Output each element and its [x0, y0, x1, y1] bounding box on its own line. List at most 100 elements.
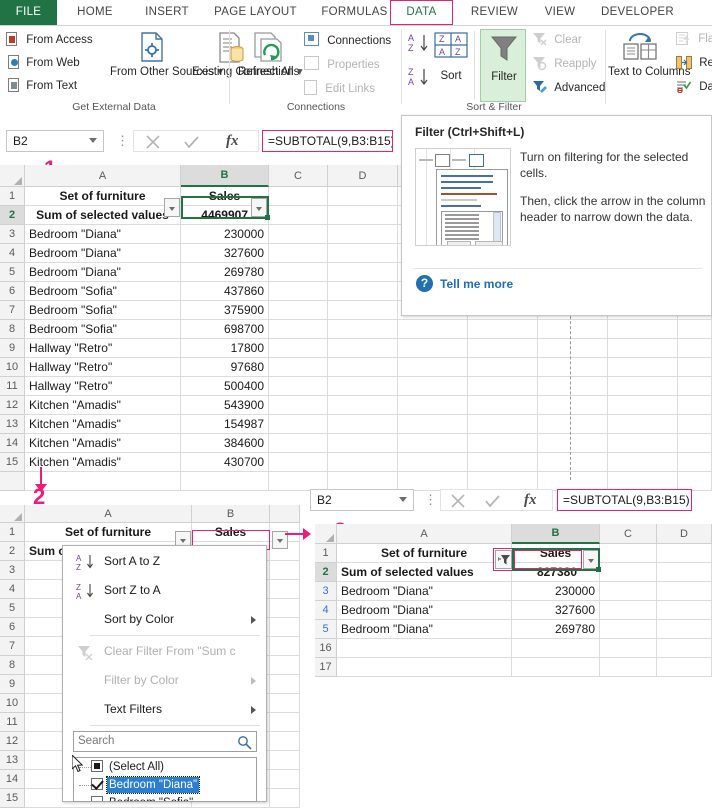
- row-header-6-panel2[interactable]: 6: [0, 618, 25, 637]
- col-header-c-panel1[interactable]: C: [269, 165, 328, 187]
- cell-a1-panel1[interactable]: Set of furniture: [25, 187, 181, 206]
- row-header-9-panel1[interactable]: 9: [0, 339, 25, 358]
- cell-a7-panel1[interactable]: Bedroom "Sofia": [25, 301, 181, 320]
- cell-H10-panel1[interactable]: [608, 358, 678, 377]
- cell-a6-panel1[interactable]: Bedroom "Sofia": [25, 282, 181, 301]
- cell-H13-panel1[interactable]: [608, 415, 678, 434]
- cell-c16-panel3[interactable]: [600, 639, 657, 658]
- cancel-formula-icon[interactable]: [146, 135, 160, 149]
- cell-c17-panel3[interactable]: [600, 658, 657, 677]
- cell-G8-panel1[interactable]: [538, 320, 608, 339]
- row-header-empty-panel1[interactable]: [0, 472, 25, 491]
- cell-E11-panel1[interactable]: [398, 377, 468, 396]
- cell-F13-panel1[interactable]: [468, 415, 538, 434]
- cell-b4-panel1[interactable]: 327600: [181, 244, 269, 263]
- select-all-corner-panel3[interactable]: [315, 524, 337, 544]
- data-validation-button[interactable]: Data V: [676, 80, 712, 93]
- row-header-4-panel2[interactable]: 4: [0, 580, 25, 599]
- col-header-d-panel1[interactable]: D: [328, 165, 398, 187]
- cell-C4-panel1[interactable]: [269, 244, 328, 263]
- menu-sort-by-color[interactable]: Sort by Color: [64, 605, 267, 634]
- row-header-14-panel1[interactable]: 14: [0, 434, 25, 453]
- cell-a5-panel1[interactable]: Bedroom "Diana": [25, 263, 181, 282]
- tell-me-more-link[interactable]: Tell me more: [440, 277, 513, 291]
- cell-d5-panel3[interactable]: [657, 620, 712, 639]
- col-header-a-panel3[interactable]: A: [337, 524, 512, 544]
- cell-G9-panel1[interactable]: [538, 339, 608, 358]
- cell-D2-panel1[interactable]: [328, 206, 398, 225]
- cell-d4-panel3[interactable]: [657, 601, 712, 620]
- cell-c9-panel2[interactable]: [270, 675, 300, 694]
- cell-b5-panel1[interactable]: 269780: [181, 263, 269, 282]
- cell-I11-panel1[interactable]: [678, 377, 712, 396]
- select-all-corner-panel2[interactable]: [0, 505, 25, 523]
- cell-C10-panel1[interactable]: [269, 358, 328, 377]
- cell-c10-panel2[interactable]: [270, 694, 300, 713]
- checkbox-icon[interactable]: [91, 778, 103, 790]
- row-header-11-panel1[interactable]: 11: [0, 377, 25, 396]
- tab-review[interactable]: REVIEW: [458, 0, 531, 25]
- cell-D9-panel1[interactable]: [328, 339, 398, 358]
- cell-d16-panel3[interactable]: [657, 639, 712, 658]
- row-header-5-panel3[interactable]: 5: [315, 620, 337, 639]
- cell-H15-panel1[interactable]: [608, 453, 678, 472]
- row-header-16-panel3[interactable]: 16: [315, 639, 337, 658]
- cell-b9-panel1[interactable]: 17800: [181, 339, 269, 358]
- tab-developer[interactable]: DEVELOPER: [590, 0, 685, 25]
- cell-a4-panel3[interactable]: Bedroom "Diana": [337, 601, 512, 620]
- cell-b4-panel3[interactable]: 327600: [512, 601, 600, 620]
- sort-descending-icon[interactable]: Z A: [408, 66, 430, 88]
- cell-D11-panel1[interactable]: [328, 377, 398, 396]
- row-header-7-panel2[interactable]: 7: [0, 637, 25, 656]
- name-box-chevron-down-icon-panel3[interactable]: [399, 497, 407, 502]
- formula-input-panel1[interactable]: =SUBTOTAL(9,B3:B15): [262, 130, 393, 152]
- cell-d1-panel3[interactable]: [657, 544, 712, 563]
- cell-c8-panel2[interactable]: [270, 656, 300, 675]
- row-header-1-panel3[interactable]: 1: [315, 544, 337, 563]
- cell-E9-panel1[interactable]: [398, 339, 468, 358]
- cell-I12-panel1[interactable]: [678, 396, 712, 415]
- cell-c2-panel3[interactable]: [600, 563, 657, 582]
- cell-E14-panel1[interactable]: [398, 434, 468, 453]
- cell-F9-panel1[interactable]: [468, 339, 538, 358]
- from-other-sources-button[interactable]: From Other Sources ▾: [110, 66, 223, 79]
- cell-a14-panel1[interactable]: Kitchen "Amadis": [25, 434, 181, 453]
- cell-a12-panel1[interactable]: Kitchen "Amadis": [25, 396, 181, 415]
- cell-G10-panel1[interactable]: [538, 358, 608, 377]
- cell-c12-panel2[interactable]: [270, 732, 300, 751]
- cell-D8-panel1[interactable]: [328, 320, 398, 339]
- cell-E15-panel1[interactable]: [398, 453, 468, 472]
- row-header-3-panel2[interactable]: 3: [0, 561, 25, 580]
- fill-handle-panel1[interactable]: [265, 215, 270, 220]
- cell-E13-panel1[interactable]: [398, 415, 468, 434]
- cell-a3-panel1[interactable]: Bedroom "Diana": [25, 225, 181, 244]
- cell-b3-panel1[interactable]: 230000: [181, 225, 269, 244]
- cell-c4-panel3[interactable]: [600, 601, 657, 620]
- cell-G12-panel1[interactable]: [538, 396, 608, 415]
- row-header-8-panel1[interactable]: 8: [0, 320, 25, 339]
- cell-I8-panel1[interactable]: [678, 320, 712, 339]
- cell-a10-panel1[interactable]: Hallway "Retro": [25, 358, 181, 377]
- menu-sort-a-to-z[interactable]: A Z Sort A to Z: [64, 547, 267, 576]
- row-header-13-panel1[interactable]: 13: [0, 415, 25, 434]
- cell-a1-panel2[interactable]: Set of furniture: [25, 523, 192, 542]
- from-access-button[interactable]: From Access: [6, 32, 93, 46]
- row-header-13-panel2[interactable]: 13: [0, 751, 25, 770]
- cell-c4-panel2[interactable]: [270, 580, 300, 599]
- cell-a5-panel3[interactable]: Bedroom "Diana": [337, 620, 512, 639]
- cell-F14-panel1[interactable]: [468, 434, 538, 453]
- text-to-columns-button[interactable]: Text to Columns: [608, 66, 690, 79]
- cell-b17-panel3[interactable]: [512, 658, 600, 677]
- tab-data[interactable]: DATA: [390, 0, 453, 25]
- name-box-panel1[interactable]: B2: [6, 130, 104, 152]
- cell-b7-panel1[interactable]: 375900: [181, 301, 269, 320]
- cell-a13-panel1[interactable]: Kitchen "Amadis": [25, 415, 181, 434]
- tab-file[interactable]: FILE: [0, 0, 57, 25]
- cell-G15-panel1[interactable]: [538, 453, 608, 472]
- cell-D14-panel1[interactable]: [328, 434, 398, 453]
- cell-C13-panel1[interactable]: [269, 415, 328, 434]
- cell-H12-panel1[interactable]: [608, 396, 678, 415]
- col-header-b-panel1[interactable]: B: [181, 165, 269, 187]
- insert-function-icon-panel3[interactable]: fx: [524, 492, 537, 509]
- cell-I10-panel1[interactable]: [678, 358, 712, 377]
